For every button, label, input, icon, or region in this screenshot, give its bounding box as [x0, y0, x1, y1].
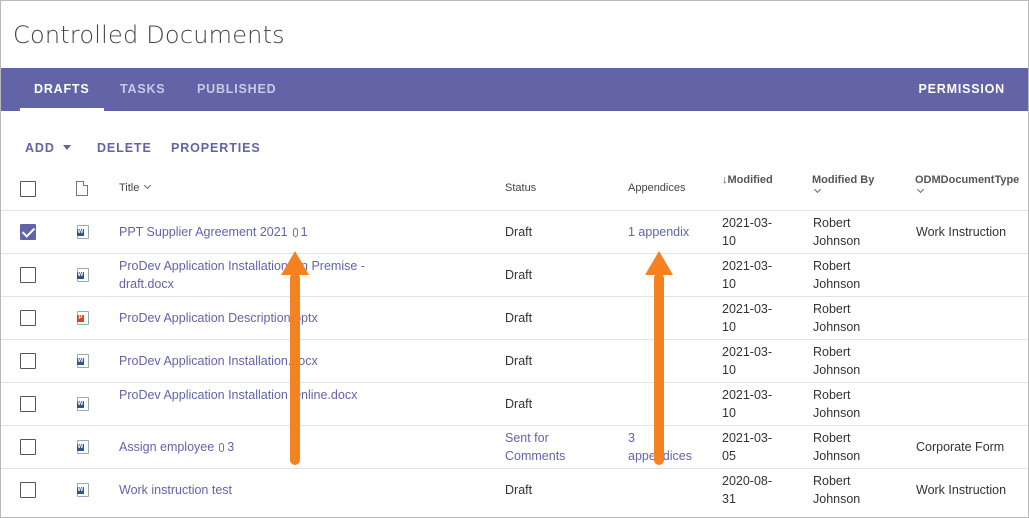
modified-date-cell: 2021-03-05 [722, 431, 773, 463]
column-modified-by-label: Modified By [812, 174, 875, 186]
document-title-link[interactable]: Work instruction test [119, 483, 232, 497]
status-cell[interactable]: Sent for Comments [505, 429, 585, 465]
table-row[interactable]: W PPT Supplier Agreement 2021 1 Draft 1 appe… [1, 211, 1028, 254]
modified-by-cell: Robert Johnson [813, 431, 861, 463]
annotation-arrow-attachments [281, 251, 309, 465]
table-row[interactable]: WAssign employee3Sent for Comments3 appe… [1, 426, 1028, 469]
modified-by-cell: Robert Johnson [813, 259, 861, 291]
table-row[interactable]: W ProDev Application Installation On Prem… [1, 254, 1028, 297]
tab-bar: DRAFTS TASKS PUBLISHED PERMISSION [1, 68, 1028, 111]
file-type-icon [76, 181, 88, 196]
word-doc-icon: W [77, 268, 89, 282]
row-checkbox[interactable] [20, 267, 36, 283]
modified-date-cell: 2021-03-10 [722, 345, 773, 377]
modified-date-cell: 2021-03-10 [722, 388, 773, 420]
status-cell: Draft [505, 354, 533, 368]
modified-date-cell: 2021-03-10 [722, 259, 773, 291]
ppt-doc-icon: P [77, 311, 89, 325]
document-title-cell: Work instruction test [119, 481, 379, 499]
modified-by-cell: Robert Johnson [813, 345, 861, 377]
properties-button[interactable]: PROPERTIES [171, 141, 261, 155]
row-checkbox[interactable] [20, 439, 36, 455]
status-cell: Draft [505, 268, 533, 282]
document-title-cell: ProDev Application Installation Online.d… [119, 386, 379, 404]
column-modified-label: Modified [727, 174, 773, 186]
word-doc-icon: W [77, 225, 89, 239]
word-doc-icon: W [77, 483, 89, 497]
attachment-count[interactable]: 1 [301, 225, 308, 239]
document-title-cell: Assign employee 3 [119, 438, 379, 456]
document-title-cell: ProDev Application Installation.docx [119, 352, 379, 370]
appendices-link[interactable]: 1 appendix [628, 223, 718, 241]
document-library: Controlled Documents DRAFTS TASKS PUBLIS… [0, 0, 1029, 518]
column-header-modified-by[interactable]: Modified By [812, 174, 874, 198]
caret-down-icon [62, 145, 71, 150]
row-checkbox[interactable] [20, 310, 36, 326]
column-header-title[interactable]: Title [119, 181, 152, 194]
modified-by-cell: Robert Johnson [813, 302, 861, 334]
word-badge-icon: W [77, 229, 84, 236]
document-title-link[interactable]: PPT Supplier Agreement 2021 [119, 225, 288, 239]
document-type-cell: Corporate Form [916, 440, 1005, 454]
word-badge-icon: W [77, 444, 84, 451]
row-checkbox[interactable] [20, 396, 36, 412]
document-title-link[interactable]: ProDev Application Installation Online.d… [119, 388, 357, 402]
select-all-checkbox[interactable] [20, 181, 36, 197]
word-badge-icon: W [77, 272, 84, 279]
document-title-cell: ProDev Application Description.pptx [119, 309, 379, 327]
ppt-badge-icon: P [77, 315, 84, 322]
modified-date-cell: 2021-03-10 [722, 302, 773, 334]
column-title-label: Title [119, 182, 140, 194]
document-title-cell: PPT Supplier Agreement 2021 1 [119, 223, 379, 241]
status-cell: Draft [505, 225, 533, 239]
permission-button[interactable]: PERMISSION [919, 68, 1006, 111]
paperclip-icon [219, 443, 225, 452]
row-checkbox[interactable] [20, 224, 36, 240]
row-checkbox[interactable] [20, 482, 36, 498]
word-badge-icon: W [77, 487, 84, 494]
column-header-modified[interactable]: ↓Modified [722, 174, 773, 186]
page-title: Controlled Documents [13, 21, 285, 49]
table-row[interactable]: P ProDev Application Description.pptx Draf… [1, 297, 1028, 340]
column-header-doc-type[interactable]: ODMDocumentType [915, 174, 1019, 198]
word-doc-icon: W [77, 397, 89, 411]
modified-by-cell: Robert Johnson [813, 474, 861, 506]
word-badge-icon: W [77, 358, 84, 365]
document-type-cell: Work Instruction [916, 483, 1007, 497]
status-cell: Draft [505, 483, 533, 497]
document-title-link[interactable]: Assign employee [119, 440, 214, 454]
word-doc-icon: W [77, 354, 89, 368]
table-row[interactable]: W ProDev Application Installation Online.… [1, 383, 1028, 426]
tab-tasks[interactable]: TASKS [120, 68, 165, 111]
modified-by-cell: Robert Johnson [813, 216, 861, 248]
attachment-count[interactable]: 3 [227, 440, 234, 454]
chevron-down-icon [144, 181, 152, 190]
document-type-cell: Work Instruction [916, 225, 1007, 239]
column-doc-type-label: ODMDocumentType [915, 174, 1020, 186]
chevron-down-icon [813, 185, 822, 194]
delete-button[interactable]: DELETE [97, 141, 152, 155]
tab-published[interactable]: PUBLISHED [197, 68, 276, 111]
status-cell: Draft [505, 311, 533, 325]
table-row[interactable]: W ProDev Application Installation.docx Dra… [1, 340, 1028, 383]
document-title-cell: ProDev Application Installation On Premi… [119, 257, 379, 293]
document-title-link[interactable]: ProDev Application Installation On Premi… [119, 259, 365, 291]
modified-by-cell: Robert Johnson [813, 388, 861, 420]
row-checkbox[interactable] [20, 353, 36, 369]
add-button-label: ADD [25, 141, 55, 155]
modified-date-cell: 2020-08-31 [722, 474, 773, 506]
annotation-arrow-appendices [645, 251, 673, 465]
status-cell: Draft [505, 397, 533, 411]
add-button[interactable]: ADD [25, 141, 71, 155]
tab-drafts[interactable]: DRAFTS [20, 68, 103, 111]
word-doc-icon: W [77, 440, 89, 454]
column-header-appendices[interactable]: Appendices [628, 182, 686, 194]
table-row[interactable]: W Work instruction test Draft 2020-08-31 Rob… [1, 469, 1028, 512]
modified-date-cell: 2021-03-10 [722, 216, 773, 248]
chevron-down-icon [916, 185, 925, 194]
column-header-status[interactable]: Status [505, 182, 536, 194]
paperclip-icon [292, 228, 298, 237]
word-badge-icon: W [77, 401, 84, 408]
